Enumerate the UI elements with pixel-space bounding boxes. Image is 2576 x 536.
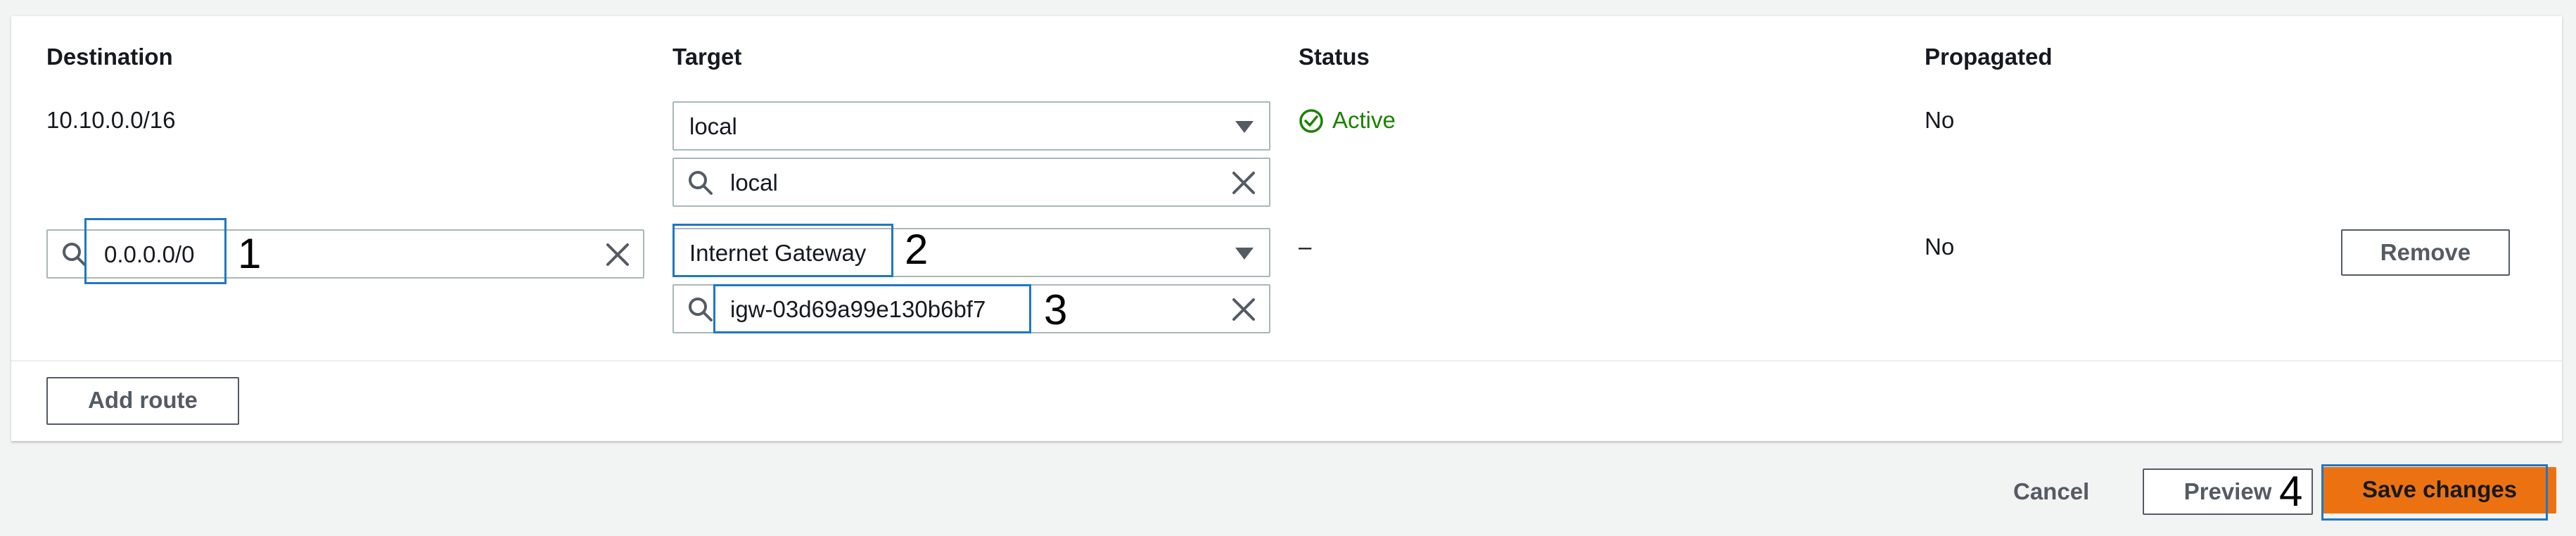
row2-propagated: No	[1925, 234, 1955, 260]
row1-propagated: No	[1925, 107, 1955, 133]
header-target: Target	[672, 44, 742, 70]
check-circle-icon	[1299, 109, 1323, 133]
header-destination: Destination	[46, 44, 173, 70]
annotation-box-4	[2321, 464, 2548, 521]
clear-icon[interactable]	[604, 241, 632, 269]
annotation-box-3	[713, 284, 1031, 333]
caret-down-icon	[1235, 121, 1254, 133]
annotation-number-1: 1	[238, 230, 262, 277]
table-divider	[11, 360, 2562, 362]
annotation-number-2: 2	[905, 226, 929, 273]
row1-target-search[interactable]: local	[672, 158, 1270, 207]
header-status: Status	[1299, 44, 1370, 70]
cancel-button[interactable]: Cancel	[2013, 478, 2089, 505]
search-icon	[689, 171, 713, 195]
annotation-box-2	[672, 224, 893, 277]
route-table-panel	[11, 15, 2562, 441]
row1-target-select-value: local	[689, 113, 737, 139]
clear-icon[interactable]	[1230, 295, 1258, 324]
search-icon	[689, 298, 713, 321]
add-route-button[interactable]: Add route	[46, 377, 239, 425]
annotation-number-4: 4	[2279, 468, 2303, 515]
row2-status: –	[1299, 234, 1312, 260]
row1-destination: 10.10.0.0/16	[46, 107, 176, 133]
row1-status: Active	[1332, 107, 1396, 133]
row1-target-search-value: local	[730, 170, 778, 196]
clear-icon[interactable]	[1230, 169, 1258, 197]
annotation-box-1	[84, 218, 227, 284]
row1-target-select[interactable]: local	[672, 101, 1270, 151]
header-propagated: Propagated	[1925, 44, 2053, 70]
remove-route-button[interactable]: Remove	[2341, 229, 2510, 276]
caret-down-icon	[1235, 248, 1254, 260]
annotation-number-3: 3	[1044, 286, 1068, 333]
